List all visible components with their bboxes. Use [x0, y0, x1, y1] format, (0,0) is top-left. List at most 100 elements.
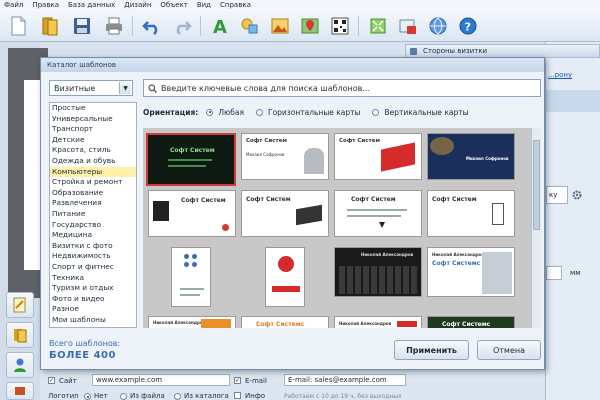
contacts-side-icon[interactable]	[6, 352, 34, 378]
template-card[interactable]: Николай Александров	[334, 247, 422, 297]
chevron-down-icon[interactable]: ▼	[119, 82, 131, 94]
image-tool-icon[interactable]	[268, 14, 292, 38]
category-item[interactable]: Развлечения	[50, 198, 136, 209]
template-card[interactable]: Софт Системс	[241, 316, 329, 328]
category-item[interactable]: Туризм и отдых	[50, 283, 136, 294]
category-item[interactable]: Медицина	[50, 230, 136, 241]
category-item[interactable]: Транспорт	[50, 124, 136, 135]
globe-icon[interactable]	[426, 14, 450, 38]
card-side-link[interactable]: ...рону	[548, 71, 572, 79]
category-list[interactable]: Простые Универсальные Транспорт Детские …	[49, 102, 137, 328]
template-card[interactable]: Софт Систем	[427, 190, 515, 237]
map-tool-icon[interactable]	[298, 14, 322, 38]
category-item[interactable]: Простые	[50, 103, 136, 114]
orientation-filter: Ориентация: Любая Горизонтальные карты В…	[143, 106, 469, 118]
dialog-title: Каталог шаблонов	[41, 58, 544, 72]
layers-side-icon[interactable]	[6, 382, 34, 400]
undo-icon[interactable]	[140, 14, 164, 38]
menu-object[interactable]: Объект	[160, 1, 187, 9]
category-item[interactable]: Фото и видео	[50, 294, 136, 305]
template-card[interactable]: Софт Систем	[241, 190, 329, 237]
open-folder-icon[interactable]	[38, 14, 62, 38]
print-icon[interactable]	[102, 14, 126, 38]
category-item[interactable]: Визитки с фото	[50, 241, 136, 252]
template-card[interactable]: Софт Систем	[146, 133, 236, 186]
edit-side-icon[interactable]	[6, 292, 34, 318]
shapes-tool-icon[interactable]	[238, 14, 262, 38]
menu-design[interactable]: Дизайн	[124, 1, 151, 9]
menu-help[interactable]: Справка	[220, 1, 251, 9]
search-icon	[148, 83, 157, 93]
menu-database[interactable]: База данных	[68, 1, 115, 9]
template-card[interactable]: Николай Александров	[148, 316, 236, 328]
total-templates-label: Всего шаблонов:	[49, 339, 121, 348]
text-tool-icon[interactable]: A	[208, 14, 232, 38]
hours-text: Работаем с 10 до 19 ч, без выходных	[284, 393, 402, 400]
print-card-icon[interactable]	[396, 14, 420, 38]
gear-icon[interactable]	[572, 190, 582, 200]
template-card[interactable]: Николай Александров Софт Системс	[427, 247, 515, 297]
template-card[interactable]: Софт Систем	[334, 133, 422, 180]
site-label: Сайт	[59, 377, 77, 385]
logo-catalog-radio[interactable]	[174, 393, 181, 400]
new-document-icon[interactable]	[6, 14, 30, 38]
category-item[interactable]: Государство	[50, 220, 136, 231]
card-sides-header[interactable]: Стороны визитки	[405, 44, 600, 58]
site-field[interactable]: www.example.com	[92, 374, 230, 386]
category-item[interactable]: Красота, стиль	[50, 145, 136, 156]
logo-file-radio[interactable]	[120, 393, 127, 400]
template-card[interactable]: Софт Систем Михаил Софронов	[241, 133, 329, 180]
category-item[interactable]: Одежда и обувь	[50, 156, 136, 167]
menu-view[interactable]: Вид	[197, 1, 211, 9]
category-item[interactable]: Детские	[50, 135, 136, 146]
scrollbar-thumb[interactable]	[533, 140, 540, 230]
template-card[interactable]: Софт Системс	[427, 316, 515, 328]
info-checkbox[interactable]	[234, 392, 241, 399]
category-item[interactable]: Образование	[50, 188, 136, 199]
right-panel-field[interactable]: ку	[546, 186, 568, 204]
template-card[interactable]: Софт Систем	[148, 190, 236, 237]
templates-side-icon[interactable]	[6, 322, 34, 348]
logo-label: Логотип	[48, 392, 79, 400]
orientation-vertical-label: Вертикальные карты	[384, 107, 469, 117]
qr-code-icon[interactable]	[328, 14, 352, 38]
help-icon[interactable]: ?	[456, 14, 480, 38]
category-item[interactable]: Питание	[50, 209, 136, 220]
fit-page-icon[interactable]	[366, 14, 390, 38]
template-card[interactable]	[265, 247, 305, 307]
category-item[interactable]: Недвижимость	[50, 251, 136, 262]
menu-edit[interactable]: Правка	[32, 1, 59, 9]
menu-file[interactable]: Файл	[4, 1, 23, 9]
email-checkbox[interactable]: ✓	[234, 377, 241, 384]
category-item[interactable]: Спорт и фитнес	[50, 262, 136, 273]
category-item[interactable]: Универсальные	[50, 114, 136, 125]
template-grid-scrollbar[interactable]	[531, 128, 541, 328]
template-catalog-dialog: Каталог шаблонов Визитные ▼ Простые Унив…	[40, 57, 545, 370]
category-item[interactable]: Мои шаблоны	[50, 315, 136, 326]
category-item-selected[interactable]: Компьютеры	[50, 166, 136, 178]
template-search-input[interactable]: Введите ключевые слова для поиска шаблон…	[143, 79, 541, 97]
logo-file-label: Из файла	[130, 392, 165, 400]
size-spinner[interactable]	[546, 266, 562, 280]
template-card[interactable]	[171, 247, 211, 307]
info-label: Инфо	[245, 392, 266, 400]
template-card[interactable]: Михаил Софронов	[427, 133, 515, 180]
category-item[interactable]: Разное	[50, 304, 136, 315]
template-card[interactable]: Софт Систем	[334, 190, 422, 237]
template-card[interactable]: Николай Александров	[334, 316, 422, 328]
orientation-any-radio[interactable]	[206, 108, 214, 116]
logo-none-radio[interactable]	[84, 393, 91, 400]
save-icon[interactable]	[70, 14, 94, 38]
orientation-any-label: Любая	[218, 107, 244, 117]
site-checkbox[interactable]: ✓	[48, 377, 55, 384]
orientation-vertical-radio[interactable]	[372, 108, 380, 116]
redo-icon[interactable]	[170, 14, 194, 38]
apply-button[interactable]: Применить	[394, 340, 469, 360]
orientation-horizontal-radio[interactable]	[256, 108, 263, 116]
category-type-select[interactable]: Визитные ▼	[49, 80, 133, 96]
cancel-button[interactable]: Отмена	[477, 340, 541, 360]
category-item[interactable]: Стройка и ремонт	[50, 177, 136, 188]
email-field[interactable]: E-mail: sales@example.com	[284, 374, 406, 386]
svg-text:A: A	[213, 17, 227, 37]
category-item[interactable]: Техника	[50, 273, 136, 284]
